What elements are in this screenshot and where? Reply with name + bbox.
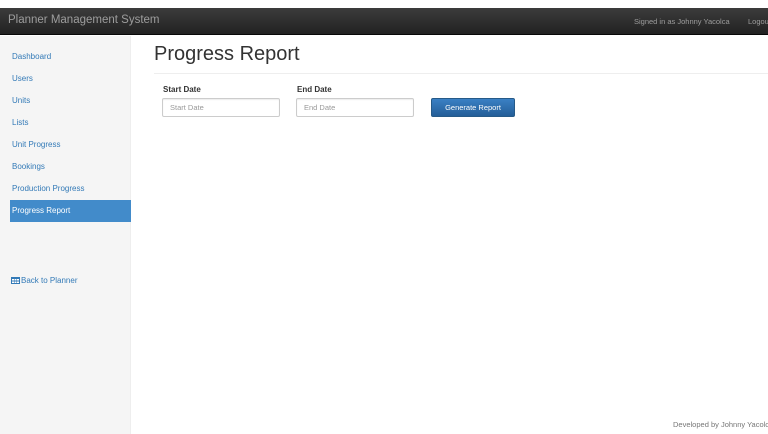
end-date-label: End Date	[297, 85, 332, 94]
page-title: Progress Report	[154, 43, 300, 65]
sidebar: Dashboard Users Units Lists Unit Progres…	[0, 36, 131, 434]
sidebar-item-unit-progress[interactable]: Unit Progress	[10, 134, 131, 156]
logout-link[interactable]: Logout	[748, 17, 768, 26]
sidebar-item-progress-report[interactable]: Progress Report	[10, 200, 131, 222]
sidebar-item-dashboard[interactable]: Dashboard	[10, 46, 131, 68]
sidebar-item-units[interactable]: Units	[10, 90, 131, 112]
back-to-planner-label: Back to Planner	[21, 276, 78, 285]
end-date-input[interactable]	[296, 98, 414, 117]
sidebar-item-bookings[interactable]: Bookings	[10, 156, 131, 178]
brand-link[interactable]: Planner Management System	[8, 14, 160, 26]
navbar: Planner Management System Signed in as J…	[0, 8, 768, 35]
back-to-planner-link[interactable]: Back to Planner	[11, 276, 77, 285]
calendar-icon	[11, 277, 20, 284]
signed-in-text: Signed in as Johnny Yacolca	[634, 17, 730, 26]
sidebar-item-production-progress[interactable]: Production Progress	[10, 178, 131, 200]
title-divider	[154, 73, 768, 74]
footer-credit: Developed by Johnny Yacolca	[673, 420, 768, 429]
sidebar-item-users[interactable]: Users	[10, 68, 131, 90]
start-date-input[interactable]	[162, 98, 280, 117]
top-strip	[0, 0, 768, 8]
start-date-label: Start Date	[163, 85, 201, 94]
sidebar-item-lists[interactable]: Lists	[10, 112, 131, 134]
sidebar-nav: Dashboard Users Units Lists Unit Progres…	[10, 46, 131, 222]
page: Planner Management System Signed in as J…	[0, 0, 768, 434]
generate-report-button[interactable]: Generate Report	[431, 98, 515, 117]
